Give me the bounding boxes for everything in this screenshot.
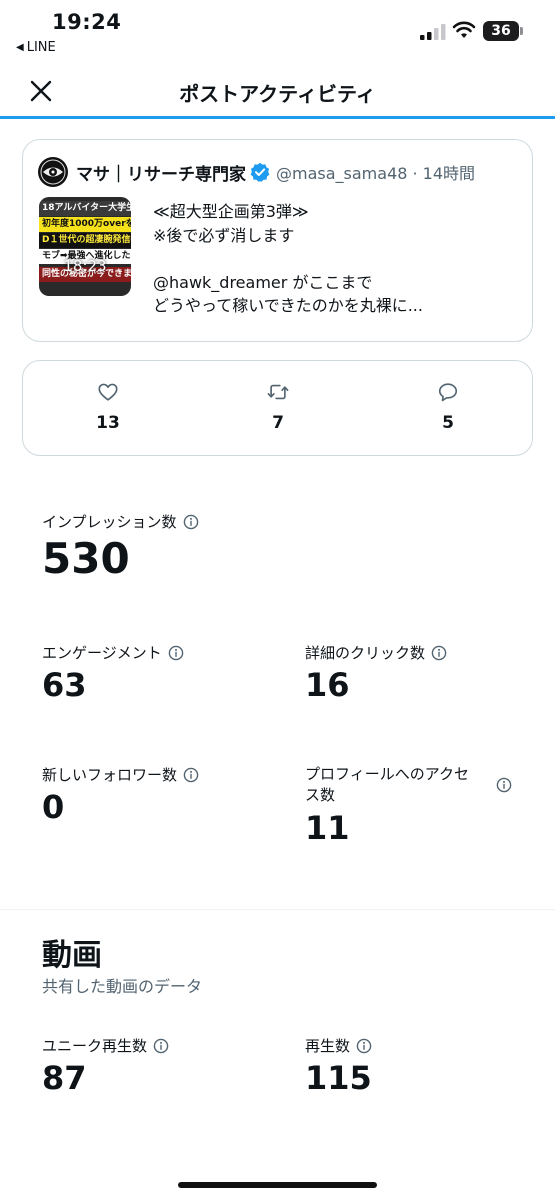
author-handle: @masa_sama48 · 14時間 (276, 164, 476, 183)
info-icon[interactable] (168, 645, 184, 661)
info-icon[interactable] (153, 1038, 169, 1054)
plays-label-text: 再生数 (305, 1037, 351, 1055)
engagement-card: 13 7 5 (22, 360, 533, 456)
tweet-text-line-4: @hawk_dreamer がここまで (153, 272, 373, 292)
engagements-label: エンゲージメント (42, 642, 184, 663)
video-duration: 18:23 (63, 257, 107, 275)
tweet-text-line-3 (153, 247, 523, 271)
thumbnail-text-2: 初年度1000万overを稼 (39, 217, 131, 232)
impressions-label: インプレッション数 (42, 511, 199, 532)
tweet-text-line-2: ※後で必ず消します (153, 225, 295, 245)
info-icon[interactable] (356, 1038, 372, 1054)
author-name[interactable]: マサ｜リサーチ専門家 (76, 160, 246, 185)
tweet-card[interactable]: マサ｜リサーチ専門家 @masa_sama48 · 14時間 18アルバイター大… (22, 139, 533, 342)
new-followers-label: 新しいフォロワー数 (42, 764, 199, 785)
detail-clicks-value: 16 (305, 666, 350, 704)
tweet-header: マサ｜リサーチ専門家 @masa_sama48 · 14時間 (38, 156, 522, 188)
page-title: ポストアクティビティ (179, 82, 376, 106)
eye-logo-icon (40, 159, 66, 185)
impressions-label-text: インプレッション数 (42, 513, 177, 531)
info-icon[interactable] (183, 514, 199, 530)
new-followers-value: 0 (42, 788, 65, 826)
info-icon[interactable] (431, 645, 447, 661)
thumbnail-text-1: 18アルバイター大学生が (39, 201, 131, 216)
new-followers-label-text: 新しいフォロワー数 (42, 766, 178, 784)
video-section-title: 動画 (42, 938, 102, 973)
retweets-count: 7 (272, 413, 284, 433)
wifi-icon (452, 21, 476, 38)
status-time: 19:24 (52, 10, 122, 34)
profile-visits-label: プロフィールへのアクセ ス数 (305, 764, 495, 806)
info-icon[interactable] (496, 777, 512, 793)
avatar[interactable] (38, 157, 68, 187)
heart-icon (98, 383, 118, 401)
likes-count: 13 (96, 413, 120, 433)
likes-stat[interactable]: 13 (78, 381, 138, 433)
reply-icon (438, 383, 458, 402)
unique-plays-label-text: ユニーク再生数 (42, 1037, 148, 1055)
retweets-stat[interactable]: 7 (248, 381, 308, 433)
tweet-text: ≪超大型企画第3弾≫ ※後で必ず消します @hawk_dreamer がここまで… (153, 200, 523, 318)
info-icon[interactable] (183, 767, 199, 783)
engagements-value: 63 (42, 666, 87, 704)
retweet-icon (267, 384, 289, 400)
replies-count: 5 (442, 413, 454, 433)
section-divider (0, 909, 555, 910)
tweet-text-line-5: どうやって稼いできたのかを丸裸に... (153, 296, 423, 315)
verified-badge-icon (250, 162, 270, 182)
profile-visits-value: 11 (305, 809, 350, 847)
video-thumbnail[interactable]: 18アルバイター大学生が 初年度1000万overを稼 D１世代の超凄腕発信者 … (39, 197, 131, 296)
unique-plays-value: 87 (42, 1059, 87, 1097)
back-to-line-button[interactable]: ◀ LINE (16, 40, 56, 55)
replies-stat[interactable]: 5 (418, 381, 478, 433)
detail-clicks-label-text: 詳細のクリック数 (305, 644, 426, 662)
battery-nub (520, 27, 523, 35)
impressions-value: 530 (42, 534, 130, 583)
detail-clicks-label: 詳細のクリック数 (305, 642, 447, 663)
profile-visits-label-line-2: ス数 (305, 786, 336, 804)
status-bar: 19:24 ◀ LINE 36 (0, 0, 555, 64)
battery-icon: 36 (483, 21, 519, 41)
video-section-subtitle: 共有した動画のデータ (42, 977, 203, 996)
nav-bar: ポストアクティビティ (0, 64, 555, 119)
home-indicator[interactable] (178, 1182, 377, 1188)
plays-label: 再生数 (305, 1035, 372, 1056)
cellular-signal-icon (420, 24, 446, 40)
plays-value: 115 (305, 1059, 372, 1097)
thumbnail-text-3: D１世代の超凄腕発信者 (39, 233, 131, 248)
back-app-label: LINE (26, 40, 56, 55)
unique-plays-label: ユニーク再生数 (42, 1035, 169, 1056)
tweet-text-line-1: ≪超大型企画第3弾≫ (153, 202, 309, 221)
profile-visits-label-line-1: プロフィールへのアクセ (305, 765, 469, 783)
back-triangle-icon: ◀ (16, 42, 24, 53)
engagements-label-text: エンゲージメント (42, 644, 162, 662)
